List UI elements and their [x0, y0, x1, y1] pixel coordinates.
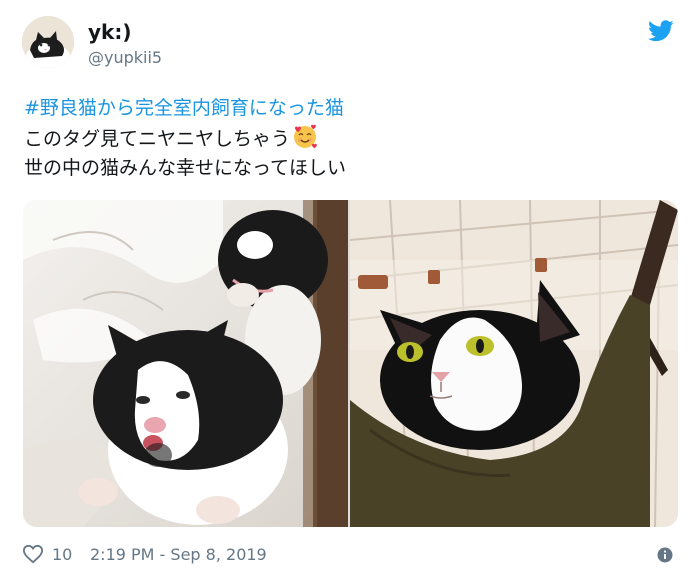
heart-icon[interactable]	[22, 544, 44, 564]
media-grid	[23, 200, 678, 527]
tweet-line-2: このタグ見てニヤニヤしちゃう	[24, 128, 291, 150]
tweet-text: #野良猫から完全室内飼育になった猫 このタグ見てニヤニヤしちゃう 世の中の猫みん…	[24, 94, 664, 183]
twitter-bird-icon[interactable]	[648, 20, 674, 42]
tweet-timestamp[interactable]: 2:19 PM - Sep 8, 2019	[90, 545, 267, 564]
photo-kittens[interactable]	[23, 200, 348, 527]
kittens-photo-image	[23, 200, 348, 527]
user-name[interactable]: yk:)	[88, 20, 131, 44]
cat-avatar-image	[22, 16, 74, 68]
smiling-face-with-hearts-emoji	[294, 124, 317, 149]
hashtag-link[interactable]: #野良猫から完全室内飼育になった猫	[24, 97, 344, 119]
like-count[interactable]: 10	[52, 545, 72, 564]
cat-hammock-photo-image	[350, 200, 678, 527]
info-icon[interactable]	[657, 547, 673, 563]
tweet-line-3: 世の中の猫みんな幸せになってほしい	[24, 157, 347, 179]
avatar[interactable]	[22, 16, 74, 68]
photo-cat-hammock[interactable]	[350, 200, 678, 527]
tweet-card: yk:) @yupkii5 #野良猫から完全室内飼育になった猫 このタグ見てニヤ…	[0, 0, 700, 577]
user-handle[interactable]: @yupkii5	[88, 48, 162, 67]
